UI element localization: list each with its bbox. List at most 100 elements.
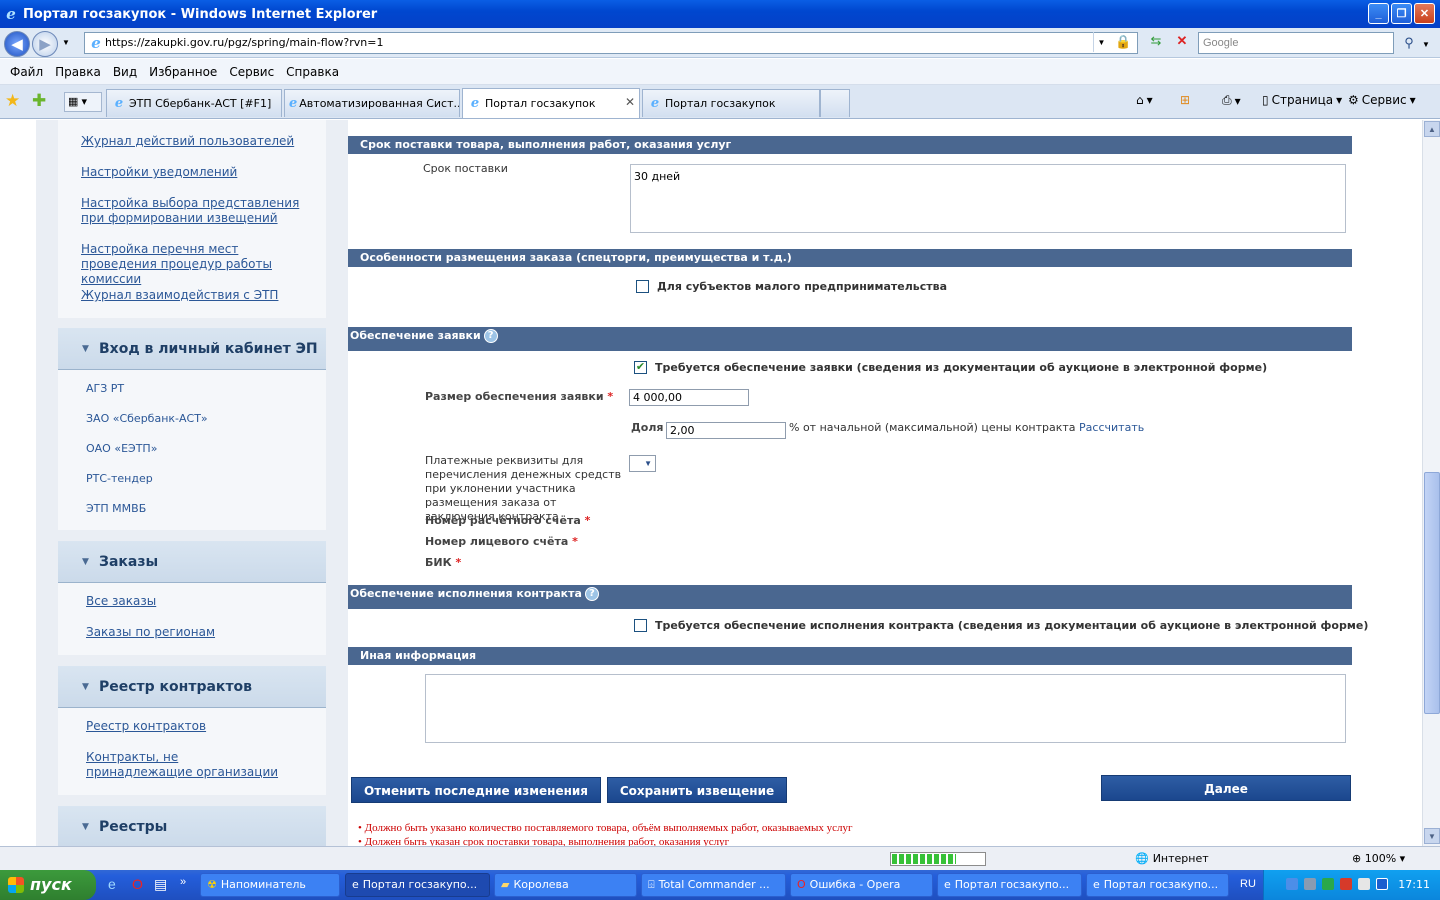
back-button[interactable]: ◀ [4,31,30,57]
sidebar-head-label: Реестр контрактов [99,679,253,695]
section-bid-security: Обеспечение заявки? [348,327,1352,351]
stop-icon[interactable]: ✕ [1171,33,1193,53]
tab-close-icon[interactable]: ✕ [625,95,635,109]
delivery-textarea[interactable]: 30 дней [630,164,1346,233]
task-opera-error[interactable]: O Ошибка - Opera [790,873,933,897]
cabinet-item-agz[interactable]: АГЗ РТ [86,382,124,395]
cancel-changes-button[interactable]: Отменить последние изменения [351,777,601,803]
tools-menu-label: Сервис [1361,93,1407,107]
help-icon[interactable]: ? [584,587,599,601]
page-load-progress [890,852,986,866]
payment-details-select[interactable]: ▼ [629,455,656,472]
refresh-icon[interactable]: ⇆ [1145,33,1167,53]
scroll-thumb[interactable] [1424,472,1440,714]
address-input[interactable]: e https://zakupki.gov.ru/pgz/spring/main… [84,32,1138,54]
link-etp-log[interactable]: Журнал взаимодействия с ЭТП [81,288,321,303]
window-titlebar[interactable]: e Портал госзакупок - Windows Internet E… [0,0,1440,28]
clock[interactable]: 17:11 [1398,878,1430,891]
share-input[interactable]: 2,00 [666,422,786,439]
forward-button[interactable]: ▶ [32,31,58,57]
quick-tabs-button[interactable]: ▦ ▾ [64,92,102,112]
search-input[interactable]: Google [1198,32,1394,54]
quicklaunch-ie-icon[interactable]: e [108,876,116,892]
menu-file[interactable]: Файл [4,65,49,79]
task-goszakupki-3[interactable]: e Портал госзакупо... [1086,873,1229,897]
bik-text: БИК [425,556,452,569]
next-button[interactable]: Далее [1101,775,1351,801]
tray-k-icon[interactable] [1340,878,1352,890]
task-goszakupki-1[interactable]: e Портал госзакупо... [345,873,490,897]
language-indicator[interactable]: RU [1240,878,1256,890]
feeds-button[interactable]: ⊞ [1180,93,1190,107]
menu-help[interactable]: Справка [280,65,345,79]
bid-amount-input[interactable]: 4 000,00 [629,389,749,406]
task-koroleva[interactable]: ▰ Королева [494,873,637,897]
link-all-orders[interactable]: Все заказы [86,594,306,609]
help-icon[interactable]: ? [483,329,498,343]
sidebar-head-contracts[interactable]: ▼ Реестр контрактов [58,666,326,708]
quicklaunch-more-icon[interactable]: » [180,876,186,888]
menu-favorites[interactable]: Избранное [143,65,223,79]
scroll-up-icon[interactable]: ▲ [1424,121,1440,137]
task-reminder[interactable]: ☢ Напоминатель [200,873,340,897]
close-button[interactable]: ✕ [1414,3,1435,24]
page-scrollbar[interactable]: ▲ ▼ [1422,120,1440,846]
new-tab-button[interactable] [820,89,850,117]
tray-shield-icon[interactable] [1358,878,1370,890]
minimize-button[interactable]: _ [1368,3,1389,24]
scroll-down-icon[interactable]: ▼ [1424,828,1440,844]
link-user-actions-log[interactable]: Журнал действий пользователей [81,134,321,149]
search-dropdown-icon[interactable]: ▼ [1422,40,1430,49]
zoom-control[interactable]: ⊕ 100% ▾ [1352,852,1405,865]
tab-sberbank[interactable]: e ЭТП Сбербанк-АСТ [#F1] [106,89,282,117]
link-commission-places[interactable]: Настройка перечня мест проведения процед… [81,242,317,287]
search-icon[interactable]: ⚲ [1398,32,1420,54]
sidebar-head-cabinet[interactable]: ▼ Вход в личный кабинет ЭП [58,328,326,370]
link-view-settings[interactable]: Настройка выбора представления при форми… [81,196,317,226]
small-business-checkbox[interactable] [636,280,649,293]
task-goszakupki-2[interactable]: e Портал госзакупо... [937,873,1082,897]
link-other-contracts[interactable]: Контракты, не принадлежащие организации [86,750,286,780]
maximize-button[interactable]: ❐ [1391,3,1412,24]
error-text: Должен быть указан срок поставки товара,… [364,836,730,846]
bid-security-checkbox[interactable]: ✔ [634,361,647,374]
link-orders-by-region[interactable]: Заказы по регионам [86,625,306,640]
cabinet-item-sberbank[interactable]: ЗАО «Сбербанк-АСТ» [86,412,208,425]
task-total-commander[interactable]: ⌹ Total Commander ... [641,873,786,897]
tray-network-icon[interactable] [1286,878,1298,890]
menu-view[interactable]: Вид [107,65,143,79]
link-notification-settings[interactable]: Настройки уведомлений [81,165,321,180]
start-button[interactable]: пуск [0,870,96,900]
link-contracts-registry[interactable]: Реестр контрактов [86,719,306,734]
quicklaunch-opera-icon[interactable]: O [132,876,143,892]
history-dropdown-icon[interactable]: ▼ [62,38,70,47]
sidebar-head-orders[interactable]: ▼ Заказы [58,541,326,583]
save-notice-button[interactable]: Сохранить извещение [607,777,787,803]
tab-goszakupki-active[interactable]: e Портал госзакупок ✕ [462,88,640,118]
tools-menu-button[interactable]: ⚙ Сервис ▾ [1348,93,1416,107]
tab-goszakupki[interactable]: e Портал госзакупок [642,89,820,117]
cabinet-item-rts[interactable]: РТС-тендер [86,472,153,485]
menu-edit[interactable]: Правка [49,65,107,79]
quicklaunch-disk-icon[interactable]: ▤ [154,876,167,893]
page-menu-button[interactable]: ▯ Страница ▾ [1262,93,1342,107]
calculate-link[interactable]: Рассчитать [1079,421,1144,434]
home-button[interactable]: ⌂ ▾ [1136,93,1153,107]
tray-volume-icon[interactable] [1304,878,1316,890]
sidebar-head-registries[interactable]: ▼ Реестры [58,806,326,846]
address-dropdown-icon[interactable]: ▼ [1093,32,1109,52]
add-favorites-icon[interactable]: ✚ [32,91,46,111]
lock-icon[interactable]: 🔒 [1115,34,1131,50]
tray-antivirus-icon[interactable] [1322,878,1334,890]
print-button[interactable]: ⎙ ▾ [1222,93,1241,108]
sidebar: Журнал действий пользователей Настройки … [36,120,348,846]
favorites-star-icon[interactable]: ★ [5,91,20,111]
security-zone[interactable]: 🌐 Интернет [1135,852,1209,865]
menu-tools[interactable]: Сервис [223,65,280,79]
tray-monitor-icon[interactable] [1376,878,1388,890]
tab-automated-system[interactable]: e Автоматизированная Сист... [284,89,460,117]
cabinet-item-eetp[interactable]: ОАО «ЕЭТП» [86,442,157,455]
contract-security-checkbox[interactable] [634,619,647,632]
other-info-textarea[interactable] [425,674,1346,743]
cabinet-item-mmvb[interactable]: ЭТП ММВБ [86,502,146,515]
